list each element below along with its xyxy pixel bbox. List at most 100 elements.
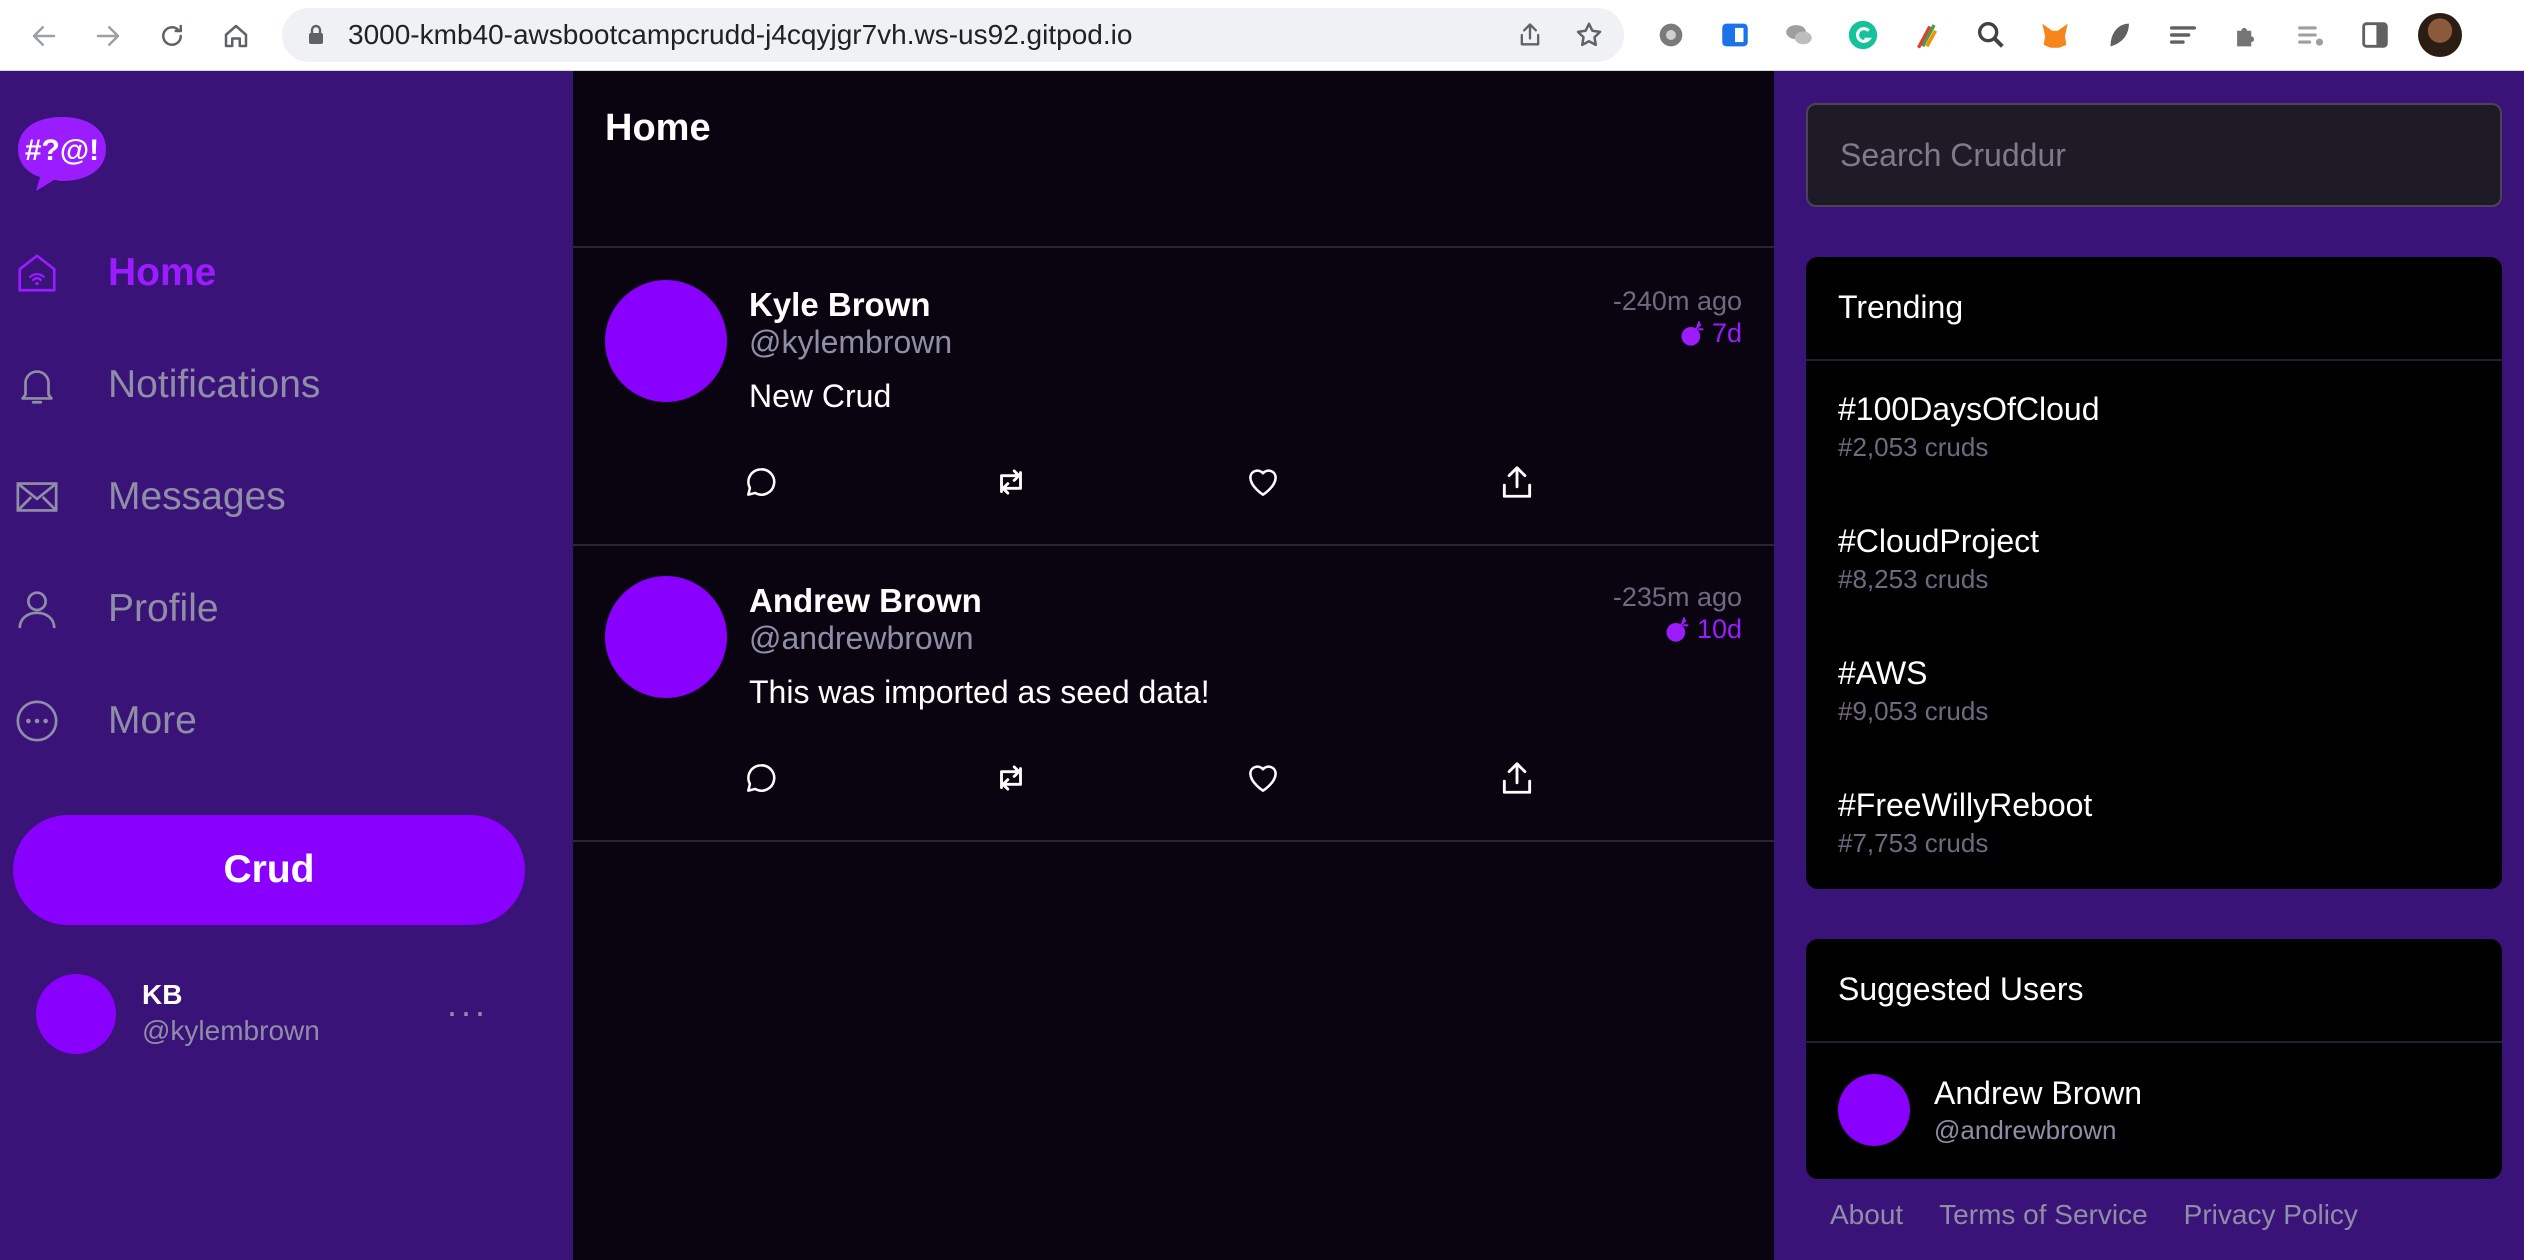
extension-leaf[interactable] <box>2100 16 2138 54</box>
forward-button[interactable] <box>86 14 130 58</box>
profile-handle: @kylembrown <box>142 1015 320 1046</box>
suggested-users-panel: Suggested Users Andrew Brown @andrewbrow… <box>1806 939 2502 1179</box>
reload-button[interactable] <box>150 14 194 58</box>
activity-expires-at: 10d <box>1663 614 1742 645</box>
cruddur-logo[interactable]: #?@! <box>14 113 110 193</box>
expires-label: 7d <box>1711 318 1742 348</box>
share-button[interactable] <box>1495 460 1539 504</box>
side-panel-toggle[interactable] <box>2356 16 2394 54</box>
page-title: Home <box>605 107 711 149</box>
envelope-icon <box>16 482 58 512</box>
trending-item[interactable]: #100DaysOfCloud #2,053 cruds <box>1838 391 2099 463</box>
avatar[interactable] <box>1838 1074 1910 1146</box>
nav-home-label: Home <box>108 251 217 294</box>
extension-search[interactable] <box>1972 16 2010 54</box>
magnifier-icon <box>1977 21 2004 48</box>
activity-handle[interactable]: @andrewbrown <box>749 620 974 657</box>
suggested-users-title: Suggested Users <box>1838 971 2084 1007</box>
like-button[interactable] <box>1241 460 1285 504</box>
activity-expires-at: 7d <box>1678 318 1742 349</box>
repost-button[interactable] <box>989 756 1033 800</box>
home-page-button[interactable] <box>214 14 258 58</box>
search-input[interactable] <box>1806 103 2502 207</box>
nav-notifications[interactable]: Notifications <box>14 355 320 415</box>
reload-icon <box>162 24 182 46</box>
activity-actions <box>739 460 1639 504</box>
reply-button[interactable] <box>739 756 783 800</box>
activity-message: This was imported as seed data! <box>749 674 1210 710</box>
reply-bubble-icon <box>747 468 776 496</box>
back-arrow-icon <box>32 26 56 46</box>
share-button[interactable] <box>1495 756 1539 800</box>
suggested-user-name[interactable]: Andrew Brown <box>1934 1075 2142 1112</box>
chat-bubbles-icon <box>1786 25 1812 45</box>
translate-icon <box>1722 23 1748 47</box>
browser-home-icon <box>224 24 248 48</box>
activity-display-name[interactable]: Kyle Brown <box>749 286 931 324</box>
nav-notifications-label: Notifications <box>108 363 321 406</box>
nav-more-label: More <box>108 699 197 742</box>
feed-header: Home <box>573 71 1774 248</box>
trending-count: #8,253 cruds <box>1838 564 1989 594</box>
activity-item[interactable]: Kyle Brown @kylembrown New Crud -240m ag… <box>573 250 1774 546</box>
extension-lines[interactable] <box>2164 16 2202 54</box>
trending-item[interactable]: #FreeWillyReboot #7,753 cruds <box>1838 787 2092 859</box>
media-control[interactable] <box>2292 16 2330 54</box>
crud-button[interactable]: Crud <box>13 815 525 925</box>
nav-profile[interactable]: Profile <box>14 579 219 639</box>
extension-grammarly[interactable] <box>1844 16 1882 54</box>
extension-metamask[interactable] <box>2036 16 2074 54</box>
activity-item[interactable]: Andrew Brown @andrewbrown This was impor… <box>573 546 1774 842</box>
nav-messages-label: Messages <box>108 475 286 518</box>
extension-chat[interactable] <box>1780 16 1818 54</box>
repost-icon <box>1000 469 1022 495</box>
feather-icon <box>1917 24 1937 49</box>
nav-profile-label: Profile <box>108 587 219 630</box>
repost-icon <box>1000 765 1022 791</box>
activity-display-name[interactable]: Andrew Brown <box>749 582 982 620</box>
main-feed: Home Kyle Brown @kylembrown New Crud -24… <box>573 71 1774 1260</box>
profile-more-icon[interactable]: ··· <box>446 994 488 1030</box>
browser-profile-avatar[interactable] <box>2418 13 2462 57</box>
trending-item[interactable]: #AWS #9,053 cruds <box>1838 655 1988 727</box>
profile-card[interactable]: KB @kylembrown ··· <box>36 971 516 1057</box>
avatar[interactable] <box>605 576 727 698</box>
avatar <box>36 974 116 1054</box>
activity-handle[interactable]: @kylembrown <box>749 324 952 361</box>
terms-link[interactable]: Terms of Service <box>1939 1199 2148 1231</box>
logo-text: #?@! <box>25 134 99 167</box>
trending-count: #9,053 cruds <box>1838 696 1989 726</box>
trending-panel: Trending #100DaysOfCloud #2,053 cruds #C… <box>1806 257 2502 889</box>
avatar[interactable] <box>605 280 727 402</box>
bookmark-star-icon[interactable] <box>1574 20 1604 50</box>
home-icon <box>18 254 56 292</box>
url-text: 3000-kmb40-awsbootcampcrudd-j4cqyjgr7vh.… <box>348 19 1133 50</box>
fox-icon <box>2042 23 2068 48</box>
lock-icon <box>309 24 323 44</box>
nav-messages[interactable]: Messages <box>14 467 286 527</box>
extension-translate[interactable] <box>1716 16 1754 54</box>
nav-home[interactable]: Home <box>14 243 216 303</box>
privacy-link[interactable]: Privacy Policy <box>2184 1199 2358 1231</box>
activity-created-at: -235m ago <box>1612 582 1742 612</box>
back-button[interactable] <box>22 14 66 58</box>
share-page-icon[interactable] <box>1516 21 1544 49</box>
extension-gear[interactable] <box>1652 16 1690 54</box>
gear-icon <box>1659 23 1683 47</box>
browser-toolbar: 3000-kmb40-awsbootcampcrudd-j4cqyjgr7vh.… <box>0 0 2524 71</box>
leaf-icon <box>2110 23 2129 47</box>
extensions-menu[interactable] <box>2228 16 2266 54</box>
suggested-user-handle[interactable]: @andrewbrown <box>1934 1115 2116 1146</box>
trending-item[interactable]: #CloudProject #8,253 cruds <box>1838 523 2039 595</box>
address-bar[interactable]: 3000-kmb40-awsbootcampcrudd-j4cqyjgr7vh.… <box>282 8 1624 62</box>
like-button[interactable] <box>1241 756 1285 800</box>
nav-more[interactable]: More <box>14 691 197 751</box>
reply-button[interactable] <box>739 460 783 504</box>
trending-count: #7,753 cruds <box>1838 828 1989 858</box>
puzzle-icon <box>2237 27 2255 47</box>
trending-tag: #CloudProject <box>1838 523 2039 559</box>
text-lines-icon <box>2169 26 2197 44</box>
about-link[interactable]: About <box>1830 1199 1903 1231</box>
extension-feather[interactable] <box>1908 16 1946 54</box>
repost-button[interactable] <box>989 460 1033 504</box>
